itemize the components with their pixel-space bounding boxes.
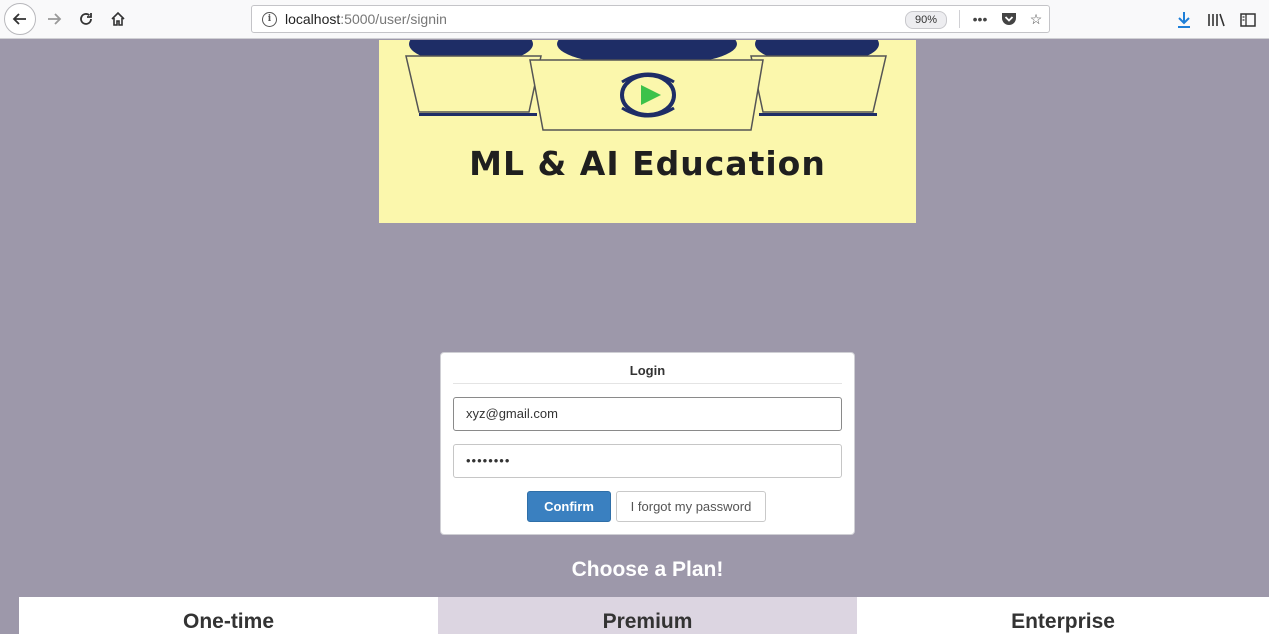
zoom-badge[interactable]: 90% xyxy=(905,11,947,29)
password-field[interactable]: •••••••• xyxy=(453,444,842,478)
email-field[interactable]: xyz@gmail.com xyxy=(453,397,842,431)
logo-text: ML & AI Education xyxy=(469,144,826,183)
sidebar-shape xyxy=(1240,13,1256,27)
library-shape xyxy=(1208,13,1225,27)
reload-button[interactable] xyxy=(74,7,98,31)
pocket-shape xyxy=(1002,12,1016,25)
home-button[interactable] xyxy=(106,7,130,31)
browser-toolbar: i localhost:5000/user/signin 90% ••• ☆ xyxy=(0,0,1269,39)
library-icon[interactable] xyxy=(1205,9,1227,31)
back-arrow-icon xyxy=(12,13,26,25)
plans-heading: Choose a Plan! xyxy=(571,558,724,581)
login-card: Login xyz@gmail.com •••••••• Confirm I f… xyxy=(440,352,855,535)
reload-icon xyxy=(80,13,92,25)
plans-row: One-time Premium Enterprise xyxy=(19,597,1269,634)
confirm-button[interactable]: Confirm xyxy=(527,491,611,522)
bookmark-star-icon[interactable]: ☆ xyxy=(1026,9,1046,29)
downloads-icon[interactable] xyxy=(1173,9,1195,31)
url-host: localhost xyxy=(285,11,341,27)
sidebar-icon[interactable] xyxy=(1237,9,1259,31)
forgot-password-button[interactable]: I forgot my password xyxy=(616,491,766,522)
login-title: Login xyxy=(453,363,842,384)
logo-graphic xyxy=(405,40,887,131)
back-button[interactable] xyxy=(4,3,36,35)
plan-premium[interactable]: Premium xyxy=(438,597,857,634)
download-arrow xyxy=(1178,12,1190,28)
url-path: :5000/user/signin xyxy=(340,11,447,27)
logo-banner: ML & AI Education xyxy=(379,40,916,223)
page-actions-icon[interactable]: ••• xyxy=(970,9,990,29)
url-text[interactable]: localhost:5000/user/signin xyxy=(285,11,447,27)
home-icon xyxy=(111,11,125,26)
forward-button[interactable] xyxy=(42,7,66,31)
url-separator xyxy=(959,10,960,28)
plan-one-time[interactable]: One-time xyxy=(19,597,438,634)
info-icon[interactable]: i xyxy=(262,12,277,27)
address-bar[interactable]: i localhost:5000/user/signin 90% ••• ☆ xyxy=(251,5,1050,33)
forward-arrow-icon xyxy=(48,13,62,25)
plan-enterprise[interactable]: Enterprise xyxy=(857,597,1269,634)
pocket-icon[interactable] xyxy=(999,9,1019,29)
